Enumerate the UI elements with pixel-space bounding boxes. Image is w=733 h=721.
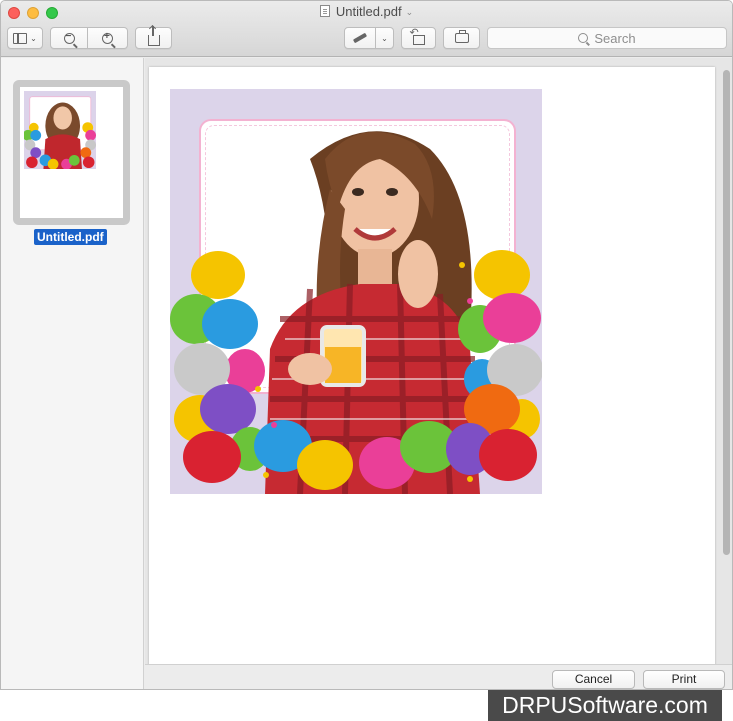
thumbnail-image bbox=[24, 91, 96, 169]
markup-menu-button[interactable]: ⌄ bbox=[376, 27, 394, 49]
window-title-text: Untitled.pdf bbox=[335, 4, 402, 19]
watermark-banner: DRPUSoftware.com bbox=[488, 690, 722, 721]
birthday-card-image bbox=[170, 89, 542, 494]
zoom-out-button[interactable]: − bbox=[50, 27, 88, 49]
thumbnail-page bbox=[20, 87, 123, 218]
chevron-down-icon: ⌄ bbox=[381, 33, 388, 43]
title-bar: Untitled.pdf⌄ ⌄ − + ⌄ Search bbox=[1, 1, 732, 57]
search-field[interactable]: Search bbox=[487, 27, 727, 49]
vertical-scrollbar[interactable] bbox=[723, 70, 730, 555]
preview-window: Untitled.pdf⌄ ⌄ − + ⌄ Search bbox=[0, 0, 733, 690]
rotate-icon bbox=[410, 26, 425, 45]
page-thumbnail[interactable] bbox=[13, 80, 130, 225]
markup-button[interactable] bbox=[344, 27, 376, 49]
pdf-page bbox=[149, 67, 715, 667]
document-icon bbox=[319, 5, 330, 17]
toolbox-icon bbox=[454, 30, 469, 43]
zoom-out-icon: − bbox=[63, 31, 75, 44]
thumbnail-label[interactable]: Untitled.pdf bbox=[34, 229, 107, 245]
window-title[interactable]: Untitled.pdf ⌄ bbox=[1, 4, 732, 19]
search-icon bbox=[578, 33, 589, 43]
chevron-down-icon: ⌄ bbox=[30, 33, 37, 43]
print-button[interactable]: Print bbox=[643, 670, 725, 689]
print-footer: Cancel Print bbox=[145, 664, 732, 689]
chevron-down-icon: ⌄ bbox=[405, 7, 414, 17]
thumbnail-sidebar: Untitled.pdf bbox=[1, 58, 144, 689]
thumbnail-photo bbox=[24, 96, 96, 169]
document-view[interactable] bbox=[145, 58, 732, 667]
cancel-button[interactable]: Cancel bbox=[552, 670, 635, 689]
pen-icon bbox=[352, 32, 368, 44]
sidebar-icon bbox=[13, 32, 28, 44]
share-icon bbox=[147, 26, 160, 46]
card-photo bbox=[170, 131, 542, 494]
search-placeholder: Search bbox=[594, 30, 636, 46]
sidebar-view-button[interactable]: ⌄ bbox=[7, 27, 43, 49]
zoom-in-button[interactable]: + bbox=[88, 27, 128, 49]
share-button[interactable] bbox=[135, 26, 172, 49]
toolbox-button[interactable] bbox=[443, 27, 480, 49]
rotate-button[interactable] bbox=[401, 26, 436, 49]
zoom-in-icon: + bbox=[102, 31, 113, 44]
